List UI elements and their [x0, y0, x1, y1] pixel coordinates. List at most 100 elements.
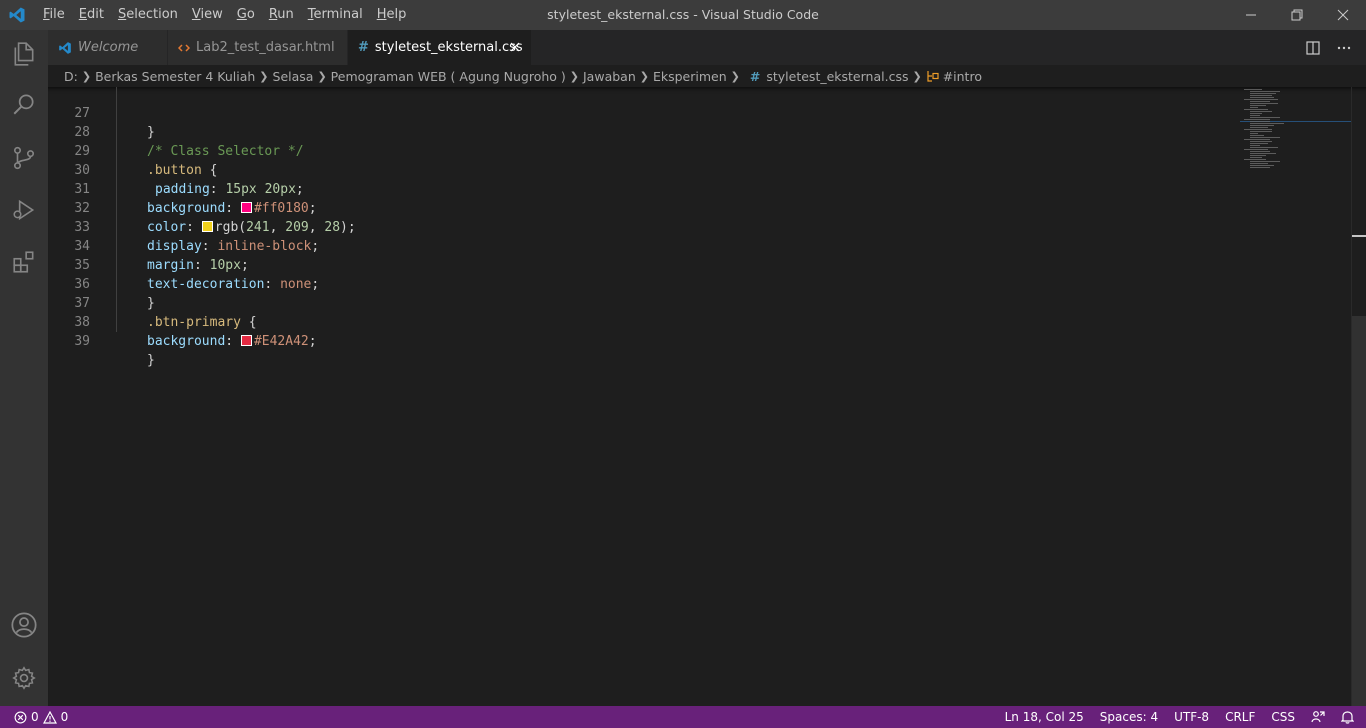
- minimap-line: [1250, 145, 1260, 146]
- vertical-scrollbar[interactable]: [1351, 87, 1366, 706]
- breadcrumb-item[interactable]: Eksperimen: [653, 69, 727, 84]
- code-text: background: #E42A42;: [147, 334, 317, 349]
- editor-tab-bar: Welcome Lab2_test_dasar.html # styletest…: [48, 30, 1366, 65]
- breadcrumb-symbol[interactable]: #intro: [943, 69, 982, 84]
- vscode-logo-icon: [58, 41, 72, 55]
- breadcrumb-item[interactable]: Jawaban: [583, 69, 636, 84]
- minimap-line: [1250, 161, 1280, 162]
- minimap-line: [1244, 159, 1266, 160]
- more-actions-icon[interactable]: [1336, 41, 1352, 55]
- minimap-line: [1250, 163, 1268, 164]
- split-editor-icon[interactable]: [1306, 40, 1320, 55]
- menu-file[interactable]: File: [36, 0, 72, 30]
- breadcrumb-file[interactable]: styletest_eksternal.css: [766, 69, 908, 84]
- vscode-logo-icon[interactable]: [0, 0, 34, 30]
- minimap-line: [1244, 99, 1278, 100]
- breadcrumb-item[interactable]: D:: [64, 69, 78, 84]
- code-line: 37 .btn-primary {: [48, 275, 1238, 330]
- close-window-button[interactable]: [1320, 0, 1366, 30]
- code-line: 31 background: #ff0180;: [48, 161, 1238, 216]
- chevron-right-icon: ❯: [81, 69, 92, 83]
- code-line: 30 padding: 15px 20px;: [48, 142, 1238, 197]
- minimap-line: [1250, 123, 1284, 124]
- tab-styletest-eksternal[interactable]: # styletest_eksternal.css: [348, 30, 532, 65]
- chevron-right-icon: ❯: [639, 69, 649, 83]
- menu-edit[interactable]: Edit: [72, 0, 111, 30]
- notifications-bell-icon[interactable]: [1333, 706, 1366, 728]
- minimap-line: [1244, 89, 1262, 90]
- breadcrumb-item[interactable]: Pemograman WEB ( Agung Nugroho ): [331, 69, 566, 84]
- source-control-icon[interactable]: [0, 134, 48, 182]
- account-icon[interactable]: [0, 601, 48, 649]
- minimap-line: [1244, 139, 1270, 140]
- minimap-line: [1250, 115, 1260, 116]
- minimap-line: [1250, 107, 1258, 108]
- menu-go[interactable]: Go: [230, 0, 262, 30]
- minimap-line: [1250, 91, 1280, 92]
- minimap-line: [1250, 93, 1276, 94]
- editor-actions: [1306, 30, 1352, 65]
- minimap-line: [1250, 133, 1258, 134]
- encoding-setting[interactable]: UTF-8: [1166, 706, 1217, 728]
- code-line: 35 text-decoration: none;: [48, 237, 1238, 292]
- menu-terminal[interactable]: Terminal: [301, 0, 370, 30]
- breadcrumb: D: ❯ Berkas Semester 4 Kuliah ❯ Selasa ❯…: [48, 65, 1366, 87]
- minimap-line: [1250, 153, 1276, 154]
- chevron-right-icon: ❯: [317, 69, 327, 83]
- search-icon[interactable]: [0, 80, 48, 128]
- minimap-line: [1250, 101, 1270, 102]
- minimap-line: [1250, 97, 1274, 98]
- restore-button[interactable]: [1274, 0, 1320, 30]
- menu-selection[interactable]: Selection: [111, 0, 185, 30]
- minimap-line: [1250, 103, 1278, 104]
- scrollbar-thumb[interactable]: [1352, 316, 1366, 706]
- minimap-line: [1250, 141, 1272, 142]
- scrollbar-cursor-marker: [1352, 235, 1366, 237]
- tab-lab2-test-dasar[interactable]: Lab2_test_dasar.html: [168, 30, 348, 65]
- css-file-icon: #: [358, 40, 369, 55]
- restore-icon: [1291, 9, 1303, 21]
- minimap-line: [1250, 131, 1272, 132]
- minimap-line: [1250, 167, 1270, 168]
- line-number: 39: [74, 334, 90, 349]
- tab-label: Lab2_test_dasar.html: [196, 40, 335, 55]
- menu-help[interactable]: Help: [370, 0, 414, 30]
- minimap-line: [1250, 135, 1264, 136]
- code-line: 39 }: [48, 313, 1238, 368]
- status-bar: 0 0 Ln 18, Col 25 Spaces: 4 UTF-8 CRLF C…: [0, 706, 1366, 728]
- html-file-icon: [178, 42, 190, 54]
- minimap-line: [1250, 125, 1274, 126]
- minimap-line: [1250, 105, 1266, 106]
- code-line: 32 color: rgb(241, 209, 28);: [48, 180, 1238, 235]
- tab-label: Welcome: [78, 40, 139, 55]
- error-count: 0: [31, 710, 39, 724]
- explorer-icon[interactable]: [0, 30, 48, 78]
- close-tab-icon[interactable]: [509, 41, 521, 53]
- menu-run[interactable]: Run: [262, 0, 301, 30]
- minimize-button[interactable]: [1228, 0, 1274, 30]
- run-debug-icon[interactable]: [0, 186, 48, 234]
- minimap-line: [1250, 127, 1268, 128]
- settings-gear-icon[interactable]: [0, 654, 48, 702]
- cursor-position[interactable]: Ln 18, Col 25: [997, 706, 1092, 728]
- tab-welcome[interactable]: Welcome: [48, 30, 168, 65]
- feedback-icon[interactable]: [1303, 706, 1333, 728]
- breadcrumb-item[interactable]: Berkas Semester 4 Kuliah: [95, 69, 255, 84]
- extensions-icon[interactable]: [0, 238, 48, 286]
- minimap-line: [1244, 119, 1270, 120]
- css-file-icon: #: [749, 68, 761, 84]
- line-ending-setting[interactable]: CRLF: [1217, 706, 1263, 728]
- language-mode[interactable]: CSS: [1263, 706, 1303, 728]
- close-icon: [1337, 9, 1349, 21]
- minimap-line: [1250, 137, 1280, 138]
- minimap[interactable]: [1240, 87, 1352, 706]
- minimap-line: [1250, 121, 1270, 122]
- menu-view[interactable]: View: [185, 0, 230, 30]
- symbol-class-icon: [927, 71, 939, 82]
- breadcrumb-item[interactable]: Selasa: [273, 69, 314, 84]
- minimap-line: [1250, 165, 1274, 166]
- problems-indicator[interactable]: 0 0: [0, 710, 68, 724]
- code-editor[interactable]: 27 } 28 /* Class Selector */ 29 .button …: [48, 87, 1366, 706]
- indentation-setting[interactable]: Spaces: 4: [1092, 706, 1166, 728]
- minimap-line: [1250, 95, 1272, 96]
